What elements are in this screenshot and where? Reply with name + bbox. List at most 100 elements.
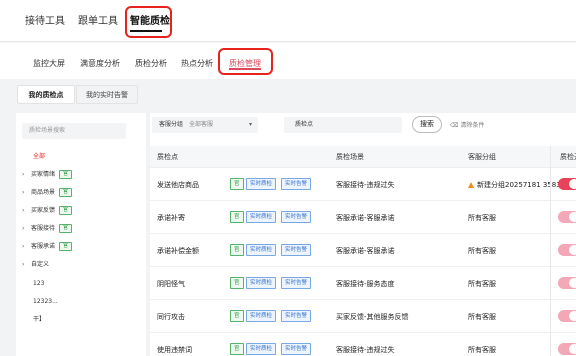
qc-point-name: 同行攻击 — [157, 313, 185, 321]
qc-enable-toggle[interactable] — [558, 178, 576, 190]
chevron-right-icon: › — [22, 243, 25, 250]
toggle-knob — [569, 212, 576, 222]
table-row: 发送他店商品 官 实时质检 实时告警 客服接待-违规过失 新建分组2025718… — [150, 168, 576, 201]
realtime-alert-tag: 实时告警 — [281, 244, 312, 256]
realtime-check-tag: 实时质检 — [246, 178, 277, 190]
tab-satisfaction-analysis[interactable]: 满意度分析 — [80, 58, 120, 69]
realtime-check-tag: 实时质检 — [246, 343, 277, 355]
sidebar-item-service-reception[interactable]: › 客服接待官 — [22, 223, 73, 235]
toggle-knob — [569, 245, 576, 255]
qc-point-name: 承诺补寄 — [157, 214, 185, 222]
sidebar-item-label: 商品场景 — [31, 189, 56, 196]
tab-my-realtime-alerts[interactable]: 我的实时告警 — [76, 85, 138, 104]
top-tab-bar: 接待工具 跟单工具 智能质检 — [0, 0, 576, 42]
official-tag: 官 — [230, 343, 244, 355]
qc-enable-toggle[interactable] — [558, 277, 576, 289]
toggle-knob — [569, 179, 576, 189]
realtime-check-tag: 实时质检 — [246, 244, 277, 256]
tab-hotspot-analysis[interactable]: 热点分析 — [181, 58, 213, 69]
toggle-knob — [569, 278, 576, 288]
group-filter-value: 全部客服 — [189, 121, 214, 128]
chevron-down-icon: ▾ — [248, 121, 252, 128]
qc-point-filter-input[interactable]: 质检点 — [284, 117, 402, 133]
official-badge: 官 — [59, 224, 73, 233]
chevron-right-icon: › — [22, 189, 25, 196]
qc-point-name: 发送他店商品 — [157, 181, 199, 189]
eraser-icon: ⌫ — [450, 122, 459, 129]
official-tag: 官 — [230, 178, 244, 190]
sidebar-item-custom[interactable]: › 自定义 — [22, 259, 49, 271]
qc-scene: 买家反馈-其他服务反馈 — [336, 313, 409, 321]
table-row: 承诺补寄 官 实时质检 实时告警 客服承诺-客服承诺 所有客服 — [150, 201, 576, 234]
chevron-right-icon: › — [22, 261, 25, 268]
col-qc-point: 质检点 — [157, 153, 178, 161]
column-divider — [550, 146, 551, 356]
qc-enable-toggle[interactable] — [558, 310, 576, 322]
official-tag: 官 — [230, 244, 244, 256]
sidebar-item-label: 客服承诺 — [31, 243, 56, 250]
toggle-knob — [569, 311, 576, 321]
realtime-alert-tag: 实时告警 — [281, 211, 312, 223]
col-qc-scene: 质检场景 — [336, 153, 364, 161]
table-row: 同行攻击 官 实时质检 实时告警 买家反馈-其他服务反馈 所有客服 — [150, 300, 576, 333]
realtime-check-tag: 实时质检 — [246, 310, 277, 322]
sidebar-item-label: 买家反馈 — [31, 207, 56, 214]
sub-tab-bar: 监控大屏 满意度分析 质检分析 热点分析 质检管理 — [0, 43, 576, 79]
qc-enable-toggle[interactable] — [558, 343, 576, 355]
sidebar-item-buyer-feedback[interactable]: › 买家反馈官 — [22, 205, 73, 217]
sidebar-item-all[interactable]: 全部 — [33, 151, 45, 163]
tab-my-qc-points[interactable]: 我的质检点 — [17, 85, 75, 104]
realtime-check-tag: 实时质检 — [246, 277, 277, 289]
table-row: 使用违禁词 官 实时质检 实时告警 客服接待-违规过失 所有客服 — [150, 333, 576, 356]
sidebar-item-123[interactable]: 123 — [22, 278, 44, 290]
service-group: 所有客服 — [468, 214, 496, 222]
service-group: 所有客服 — [468, 313, 496, 321]
realtime-alert-tag: 实时告警 — [281, 343, 312, 355]
sidebar-item-12323[interactable]: 12323... — [22, 296, 58, 308]
qc-scene: 客服承诺-客服承诺 — [336, 247, 395, 255]
qc-enable-toggle[interactable] — [558, 211, 576, 223]
warning-icon — [468, 182, 474, 188]
sidebar-item-label: 客服接待 — [31, 225, 56, 232]
group-filter-label: 客服分组 — [159, 121, 184, 128]
realtime-alert-tag: 实时告警 — [281, 277, 312, 289]
sidebar-item-gan[interactable]: 干】 — [22, 314, 45, 326]
tab-reception-tools[interactable]: 接待工具 — [25, 12, 65, 27]
search-button[interactable]: 搜索 — [412, 116, 442, 133]
qc-point-name: 阴阳怪气 — [157, 280, 185, 288]
qc-scene: 客服接待-违规过失 — [336, 181, 395, 189]
qc-scene: 客服承诺-客服承诺 — [336, 214, 395, 222]
qc-enable-toggle[interactable] — [558, 244, 576, 256]
official-tag: 官 — [230, 277, 244, 289]
group-filter-select[interactable]: 客服分组 全部客服 ▾ — [152, 117, 258, 133]
official-tag: 官 — [230, 211, 244, 223]
service-group: 新建分组20257181 3583 — [468, 180, 561, 190]
realtime-check-tag: 实时质检 — [246, 211, 277, 223]
chevron-right-icon: › — [22, 171, 25, 178]
table-header: 质检点 质检场景 客服分组 质检开 — [150, 146, 576, 168]
scene-search-input[interactable]: 质检场景搜索 — [22, 123, 126, 139]
tab-qc-analysis[interactable]: 质检分析 — [135, 58, 167, 69]
official-badge: 官 — [59, 242, 73, 251]
col-qc-switch: 质检开 — [560, 153, 576, 161]
tab-monitor-screen[interactable]: 监控大屏 — [33, 58, 65, 69]
service-group-label: 新建分组20257181 3583 — [477, 181, 561, 189]
sidebar-item-buyer-emotion[interactable]: › 买家情绪官 — [22, 169, 73, 181]
toggle-knob — [569, 344, 576, 354]
highlight-box-smart-qc — [125, 6, 172, 38]
service-group: 所有客服 — [468, 346, 496, 354]
sidebar-item-label: 自定义 — [31, 261, 50, 268]
sidebar-item-product-scene[interactable]: › 商品场景官 — [22, 187, 73, 199]
tab-followup-tools[interactable]: 跟单工具 — [78, 12, 118, 27]
official-badge: 官 — [59, 206, 73, 215]
service-group: 所有客服 — [468, 280, 496, 288]
app-root: 接待工具 跟单工具 智能质检 监控大屏 满意度分析 质检分析 热点分析 质检管理… — [0, 0, 576, 356]
qc-point-filter-label: 质检点 — [295, 121, 314, 128]
clear-filters-link[interactable]: ⌫ 清除条件 — [450, 120, 484, 129]
sidebar-item-service-promise[interactable]: › 客服承诺官 — [22, 241, 73, 253]
col-service-group: 客服分组 — [468, 153, 496, 161]
service-group: 所有客服 — [468, 247, 496, 255]
realtime-alert-tag: 实时告警 — [281, 310, 312, 322]
qc-scene: 客服接待-违规过失 — [336, 346, 395, 354]
table-row: 承诺补偿金额 官 实时质检 实时告警 客服承诺-客服承诺 所有客服 — [150, 234, 576, 267]
